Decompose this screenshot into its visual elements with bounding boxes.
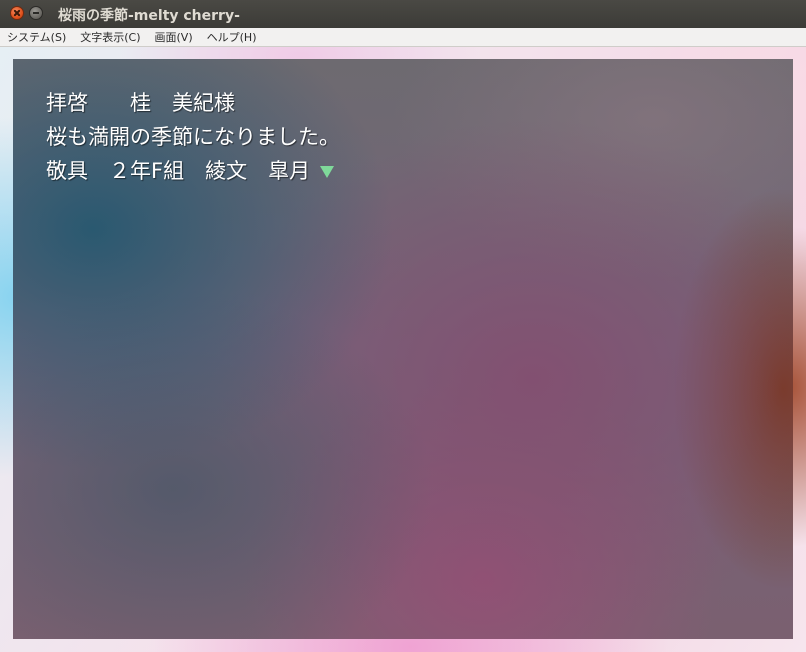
- minimize-icon[interactable]: [29, 6, 43, 20]
- next-arrow-icon[interactable]: [320, 166, 335, 178]
- message-line-1-text: 拝啓 桂 美紀様: [46, 91, 235, 115]
- message-line-3: 敬具 ２年F組 綾文 皐月: [46, 157, 340, 191]
- menu-text-display[interactable]: 文字表示(C): [73, 29, 147, 45]
- title-bar[interactable]: 桜雨の季節-melty cherry-: [0, 0, 806, 29]
- message-line-2: 桜も満開の季節になりました。: [46, 123, 340, 157]
- message-line-1: 拝啓 桂 美紀様: [46, 89, 340, 123]
- message-text: 拝啓 桂 美紀様 桜も満開の季節になりました。 敬具 ２年F組 綾文 皐月: [46, 89, 340, 191]
- menu-system[interactable]: システム(S): [0, 29, 73, 45]
- message-line-2-text: 桜も満開の季節になりました。: [46, 125, 340, 149]
- menu-help[interactable]: ヘルプ(H): [200, 29, 264, 45]
- message-line-3-text: 敬具 ２年F組 綾文 皐月: [46, 159, 311, 183]
- close-icon[interactable]: [10, 6, 24, 20]
- message-window[interactable]: 拝啓 桂 美紀様 桜も満開の季節になりました。 敬具 ２年F組 綾文 皐月: [13, 59, 793, 639]
- menu-bar: システム(S) 文字表示(C) 画面(V) ヘルプ(H): [0, 28, 806, 47]
- menu-screen[interactable]: 画面(V): [148, 29, 200, 45]
- window-title: 桜雨の季節-melty cherry-: [58, 8, 240, 24]
- app-window: 桜雨の季節-melty cherry- システム(S) 文字表示(C) 画面(V…: [0, 0, 806, 652]
- game-screen[interactable]: 拝啓 桂 美紀様 桜も満開の季節になりました。 敬具 ２年F組 綾文 皐月: [0, 47, 806, 652]
